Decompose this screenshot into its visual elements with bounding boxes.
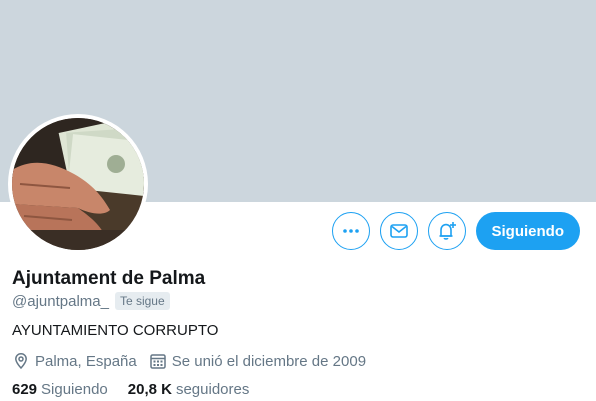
envelope-icon xyxy=(389,224,408,238)
avatar-image xyxy=(12,118,144,250)
calendar-icon xyxy=(149,354,166,369)
location-item: Palma, España xyxy=(12,352,137,370)
profile-meta: Palma, España Se unió el diciembre de 20… xyxy=(12,352,378,370)
profile-stats: 629 Siguiendo 20,8 Kseguidores xyxy=(12,381,269,398)
profile-handle: @ajuntpalma_ xyxy=(12,292,109,310)
notifications-button[interactable] xyxy=(427,212,466,250)
location-text: Palma, España xyxy=(35,352,137,370)
location-pin-icon xyxy=(15,353,27,370)
profile-actions: Siguiendo xyxy=(331,212,580,250)
following-link[interactable]: 629 Siguiendo xyxy=(12,381,108,398)
more-dots-icon xyxy=(342,229,359,233)
avatar-frame xyxy=(8,114,148,254)
following-count: 629 xyxy=(12,381,38,398)
avatar[interactable] xyxy=(12,118,144,250)
handle-row: @ajuntpalma_ Te sigue xyxy=(12,292,170,310)
followers-count: 20,8 K xyxy=(127,381,172,398)
joined-item: Se unió el diciembre de 2009 xyxy=(149,352,366,370)
following-label: Siguiendo xyxy=(41,381,108,398)
following-button[interactable]: Siguiendo xyxy=(475,212,580,250)
bell-plus-icon xyxy=(439,222,456,240)
profile-bio: AYUNTAMIENTO CORRUPTO xyxy=(12,322,219,339)
more-options-button[interactable] xyxy=(331,212,370,250)
followers-link[interactable]: 20,8 Kseguidores xyxy=(128,381,250,398)
follows-you-badge: Te sigue xyxy=(114,292,170,310)
followers-label: seguidores xyxy=(175,381,250,398)
profile-name: Ajuntament de Palma xyxy=(12,268,206,289)
message-button[interactable] xyxy=(379,212,418,250)
joined-text: Se unió el diciembre de 2009 xyxy=(171,352,367,370)
